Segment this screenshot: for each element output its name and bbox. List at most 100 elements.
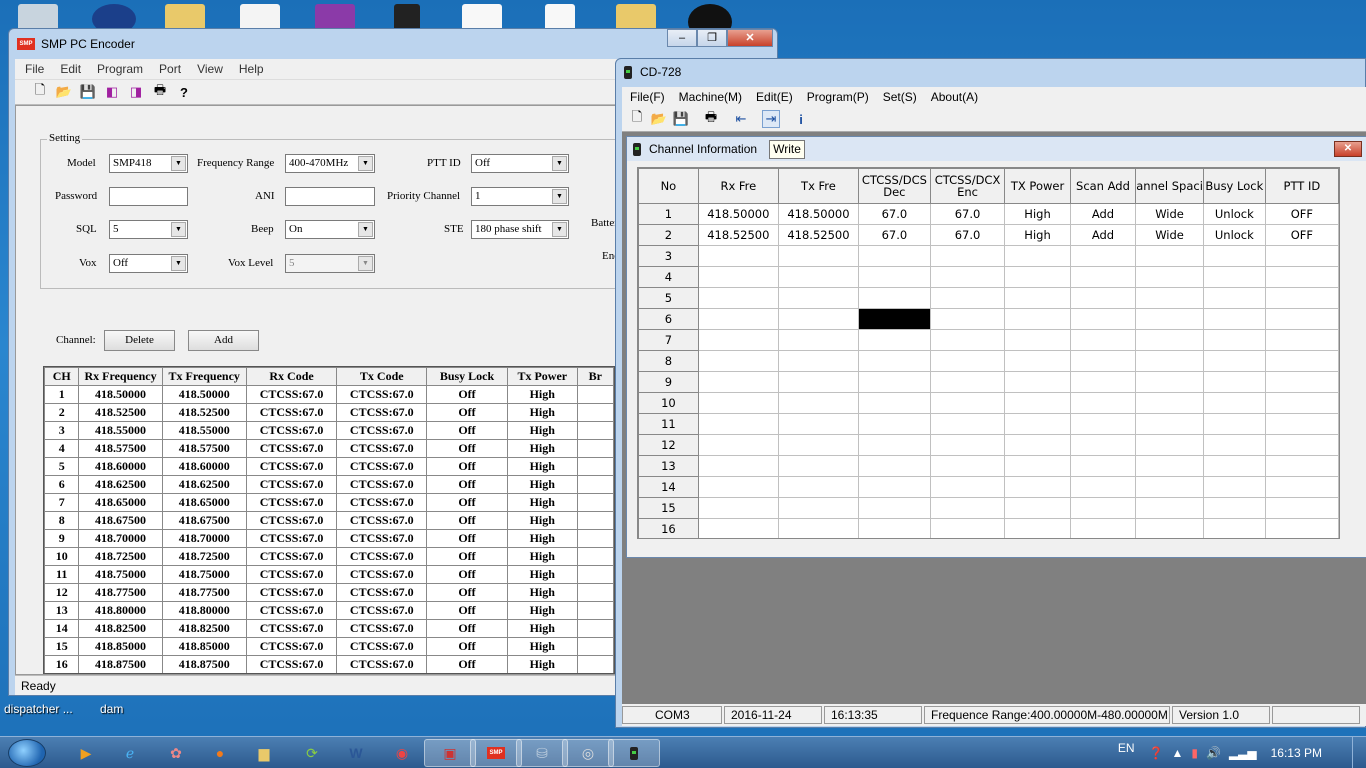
table-cell[interactable] [777,371,860,393]
smp-title-bar[interactable]: SMP SMP PC Encoder [17,35,135,53]
table-row[interactable]: 5 418.60000 418.60000 CTCSS:67.0 CTCSS:67.0 O… [44,457,614,476]
col-ch[interactable]: CH [44,367,80,386]
table-cell[interactable] [576,457,614,476]
table-cell[interactable] [576,421,614,440]
table-cell[interactable]: CTCSS:67.0 [336,475,428,494]
table-cell[interactable] [697,497,779,519]
table-cell[interactable] [697,308,779,330]
menu-set[interactable]: Set(S) [883,90,917,104]
chevron-down-icon[interactable]: ▼ [358,222,373,237]
chevron-down-icon[interactable]: ▼ [358,156,373,171]
table-cell[interactable]: 418.55000 [78,421,163,440]
table-cell[interactable]: High [506,601,578,620]
table-cell[interactable]: 418.52500 [78,403,163,422]
table-cell[interactable]: 10 [44,547,80,566]
table-cell[interactable]: CTCSS:67.0 [245,565,338,584]
table-cell[interactable] [1202,476,1266,498]
read-icon[interactable]: ⇤ [732,110,750,128]
table-cell[interactable] [1135,392,1204,414]
table-cell[interactable] [1069,371,1137,393]
table-cell[interactable]: Off [426,565,508,584]
table-cell[interactable] [1004,350,1071,372]
frequency-range-select[interactable]: 400-470MHz ▼ [285,154,375,173]
open-folder-icon[interactable]: 📂 [55,83,73,101]
menu-view[interactable]: View [197,62,223,76]
table-cell[interactable] [1202,518,1266,538]
table-cell[interactable]: 418.65000 [78,493,163,512]
table-row[interactable]: 15 [638,497,1339,519]
table-cell[interactable]: CTCSS:67.0 [245,475,338,494]
table-cell[interactable]: Off [426,529,508,548]
table-cell[interactable]: 418.75000 [161,565,247,584]
col-br[interactable]: Br [576,367,614,386]
table-cell[interactable] [1202,266,1266,288]
table-cell[interactable]: 67.0 [929,224,1006,246]
delete-channel-button[interactable]: Delete [104,330,175,351]
row-number[interactable]: 14 [638,476,699,498]
table-cell[interactable] [1264,392,1339,414]
table-cell[interactable]: 418.75000 [78,565,163,584]
table-row[interactable]: 10 [638,392,1339,414]
write-icon[interactable]: ⇥ [762,110,780,128]
selected-cell[interactable] [858,308,931,330]
taskbar-app-3[interactable]: ⛁ [516,739,568,767]
table-row[interactable]: 3 418.55000 418.55000 CTCSS:67.0 CTCSS:67.0 O… [44,421,614,440]
table-cell[interactable] [697,518,779,538]
table-cell[interactable] [1135,497,1204,519]
table-cell[interactable] [1202,497,1266,519]
table-cell[interactable]: 418.52500 [697,224,779,246]
chevron-down-icon[interactable]: ▼ [171,222,186,237]
table-cell[interactable]: CTCSS:67.0 [336,511,428,530]
row-number[interactable]: 1 [638,203,699,225]
table-cell[interactable] [929,455,1006,477]
table-cell[interactable]: 418.50000 [78,385,163,404]
file-explorer-icon[interactable]: ▆ [238,739,290,767]
table-cell[interactable]: 418.57500 [78,439,163,458]
table-cell[interactable] [576,385,614,404]
table-cell[interactable] [1135,518,1204,538]
table-cell[interactable] [777,392,860,414]
table-cell[interactable] [1264,434,1339,456]
table-cell[interactable] [777,329,860,351]
table-cell[interactable]: 418.62500 [161,475,247,494]
table-cell[interactable]: High [506,439,578,458]
menu-help[interactable]: Help [239,62,264,76]
table-cell[interactable]: CTCSS:67.0 [245,421,338,440]
table-cell[interactable]: 418.82500 [78,619,163,638]
table-cell[interactable] [1135,329,1204,351]
table-cell[interactable]: Off [426,475,508,494]
row-number[interactable]: 5 [638,287,699,309]
table-cell[interactable] [697,413,779,435]
priority-channel-select[interactable]: 1 ▼ [471,187,569,206]
vox-select[interactable]: Off ▼ [109,254,188,273]
table-cell[interactable] [697,329,779,351]
table-cell[interactable]: 7 [44,493,80,512]
table-cell[interactable] [1004,287,1071,309]
col-ptt-id[interactable]: PTT ID [1264,168,1339,204]
menu-port[interactable]: Port [159,62,181,76]
table-row[interactable]: 16 418.87500 418.87500 CTCSS:67.0 CTCSS:67.0… [44,655,614,673]
table-row[interactable]: 12 418.77500 418.77500 CTCSS:67.0 CTCSS:67.0… [44,583,614,602]
table-cell[interactable]: 9 [44,529,80,548]
table-cell[interactable] [576,637,614,656]
table-cell[interactable] [1135,434,1204,456]
table-row[interactable]: 7 [638,329,1339,351]
table-row[interactable]: 11 418.75000 418.75000 CTCSS:67.0 CTCSS:67.0… [44,565,614,584]
table-cell[interactable] [697,245,779,267]
new-file-icon[interactable]: 🗋 [31,82,49,101]
table-cell[interactable]: Off [426,619,508,638]
table-cell[interactable]: OFF [1264,203,1339,225]
table-cell[interactable] [1264,350,1339,372]
table-cell[interactable] [1135,476,1204,498]
table-cell[interactable]: CTCSS:67.0 [245,601,338,620]
table-cell[interactable]: 418.85000 [161,637,247,656]
table-cell[interactable] [1004,455,1071,477]
table-row[interactable]: 6 [638,308,1339,330]
table-cell[interactable]: CTCSS:67.0 [245,619,338,638]
table-cell[interactable]: Off [426,493,508,512]
chevron-down-icon[interactable]: ▼ [552,189,567,204]
row-number[interactable]: 16 [638,518,699,538]
table-cell[interactable] [1004,413,1071,435]
table-cell[interactable] [576,403,614,422]
table-row[interactable]: 8 418.67500 418.67500 CTCSS:67.0 CTCSS:67.0 O… [44,511,614,530]
